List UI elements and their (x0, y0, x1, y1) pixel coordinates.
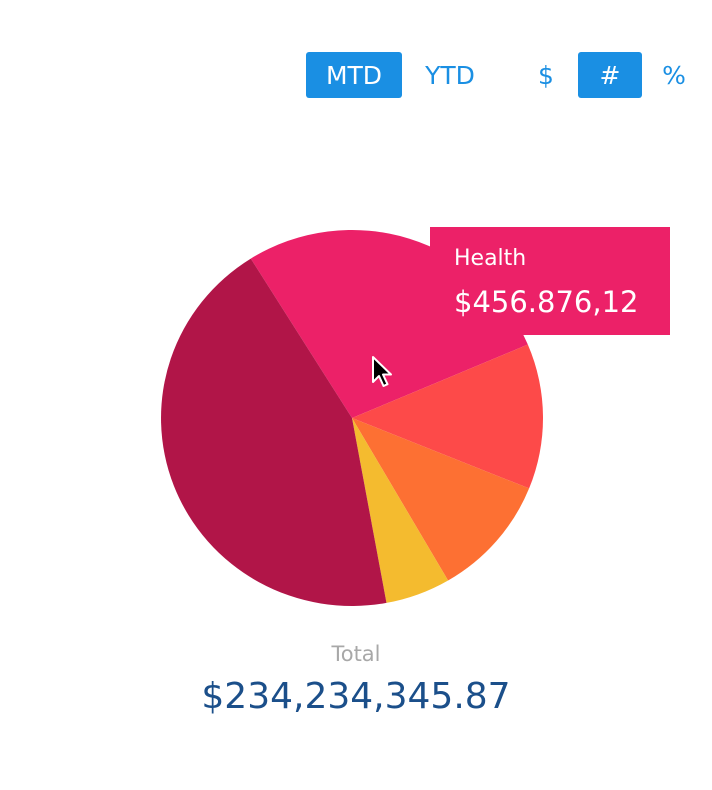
tooltip-value: $456.876,12 (454, 285, 639, 319)
mouse-pointer-icon (372, 356, 392, 387)
total-label: Total (331, 642, 381, 666)
pie-chart (161, 230, 544, 606)
tooltip-label: Health (454, 246, 527, 271)
total-value: $234,234,345.87 (201, 676, 511, 717)
slice-tooltip: Health $456.876,12 (430, 227, 670, 335)
